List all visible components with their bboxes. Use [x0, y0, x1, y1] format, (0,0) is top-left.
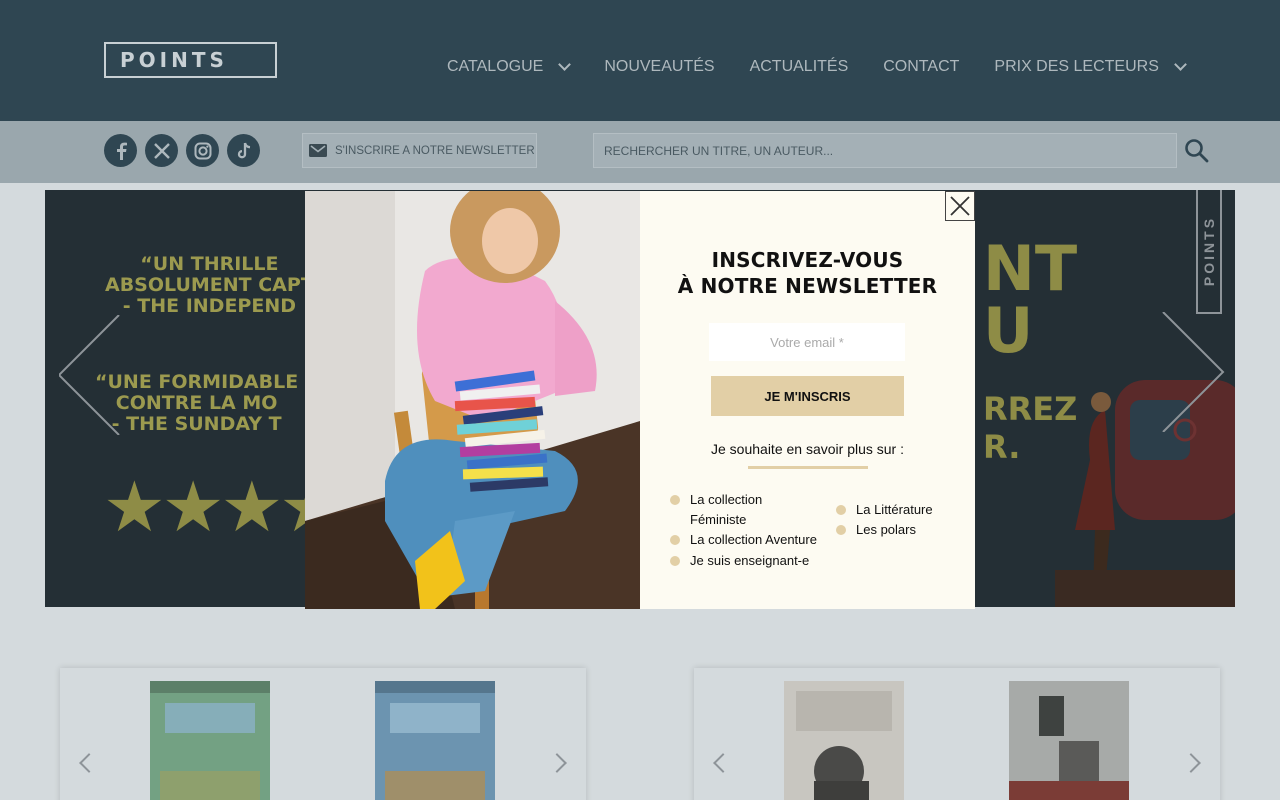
radio-dot[interactable]	[836, 505, 846, 515]
gold-divider	[748, 466, 868, 469]
option-litterature[interactable]: La Littérature	[836, 500, 966, 520]
search-button[interactable]	[1184, 138, 1210, 164]
newsletter-form: INSCRIVEZ-VOUS À NOTRE NEWSLETTER JE M'I…	[640, 191, 975, 609]
search-input[interactable]	[593, 133, 1177, 168]
newsletter-signup-label: S'INSCRIRE A NOTRE NEWSLETTER	[335, 144, 535, 157]
nav-catalogue[interactable]: CATALOGUE	[447, 58, 572, 76]
option-feministe[interactable]: La collection Féministe	[670, 490, 810, 530]
option-aventure[interactable]: La collection Aventure	[670, 530, 840, 550]
option-enseignant[interactable]: Je suis enseignant-e	[670, 551, 840, 571]
option-label: Je suis enseignant-e	[690, 553, 810, 568]
radio-dot[interactable]	[836, 525, 846, 535]
mail-icon	[309, 144, 327, 157]
carousel-prev-arrow[interactable]	[713, 753, 733, 773]
site-header: POINTS CATALOGUE NOUVEAUTÉS ACTUALITÉS C…	[0, 0, 1280, 121]
radio-dot[interactable]	[670, 495, 680, 505]
title-line: INSCRIVEZ-VOUS	[711, 248, 904, 272]
modal-close-button[interactable]	[945, 191, 975, 221]
nav-nouveautes[interactable]: NOUVEAUTÉS	[604, 58, 714, 76]
carousel-next-arrow[interactable]	[1181, 753, 1201, 773]
banner-right-title: NT U	[983, 238, 1077, 362]
title-line: U	[983, 294, 1034, 367]
points-logo[interactable]: POINTS	[104, 42, 277, 78]
title-line: NT	[983, 232, 1078, 305]
points-tab-label: POINTS	[1201, 215, 1217, 287]
chevron-down-icon	[558, 58, 572, 71]
newsletter-photo	[305, 191, 640, 609]
option-label: Les polars	[856, 522, 916, 537]
nav-actualites[interactable]: ACTUALITÉS	[750, 58, 849, 76]
book-cover[interactable]	[150, 681, 270, 800]
book-stack	[454, 370, 549, 492]
social-links	[104, 134, 260, 167]
option-label: La collection Aventure	[690, 532, 817, 547]
newsletter-signup-button[interactable]: S'INSCRIRE A NOTRE NEWSLETTER	[302, 133, 537, 168]
nav-prix-des-lecteurs[interactable]: PRIX DES LECTEURS	[994, 58, 1187, 76]
carousel-prev-arrow[interactable]	[79, 753, 99, 773]
option-label: La collection Féministe	[690, 492, 763, 527]
quote-line: ABSOLUMENT CAPT	[105, 274, 314, 296]
chevron-down-icon	[1174, 58, 1187, 71]
toolbar: S'INSCRIRE A NOTRE NEWSLETTER	[0, 121, 1280, 183]
banner-quote-1: “UN THRILLE ABSOLUMENT CAPT - THE INDEPE…	[105, 254, 314, 317]
x-icon[interactable]	[145, 134, 178, 167]
newsletter-modal: INSCRIVEZ-VOUS À NOTRE NEWSLETTER JE M'I…	[305, 191, 975, 609]
search-icon	[1185, 139, 1209, 163]
title-line: À NOTRE NEWSLETTER	[677, 274, 938, 298]
banner-prev-arrow[interactable]	[59, 315, 139, 435]
rating-stars: ★★★★	[103, 468, 342, 546]
interests-label: Je souhaite en savoir plus sur :	[711, 441, 904, 457]
main-nav: CATALOGUE NOUVEAUTÉS ACTUALITÉS CONTACT …	[447, 58, 1187, 76]
logo-text: POINTS	[120, 48, 228, 72]
nav-nouveautes-label: NOUVEAUTÉS	[604, 58, 715, 75]
book-cover[interactable]	[784, 681, 904, 800]
newsletter-title: INSCRIVEZ-VOUS À NOTRE NEWSLETTER	[640, 247, 975, 299]
nav-contact-label: CONTACT	[883, 58, 960, 75]
option-label: La Littérature	[856, 502, 933, 517]
nav-prix-label: PRIX DES LECTEURS	[994, 58, 1159, 75]
nav-actualites-label: ACTUALITÉS	[749, 58, 849, 75]
book-cover[interactable]	[1009, 681, 1129, 800]
tiktok-icon[interactable]	[227, 134, 260, 167]
points-vertical-tab: POINTS	[1196, 190, 1222, 314]
subscribe-button[interactable]: JE M'INSCRIS	[711, 376, 904, 416]
carousel-next-arrow[interactable]	[547, 753, 567, 773]
email-field[interactable]	[709, 323, 905, 361]
option-polars[interactable]: Les polars	[836, 520, 966, 540]
book-carousel-2	[694, 668, 1220, 800]
radio-dot[interactable]	[670, 535, 680, 545]
nav-catalogue-label: CATALOGUE	[447, 58, 544, 75]
woman-with-books-image	[305, 191, 640, 609]
banner-next-arrow[interactable]	[1161, 312, 1231, 432]
facebook-icon[interactable]	[104, 134, 137, 167]
quote-line: “UN THRILLE	[140, 253, 279, 275]
instagram-icon[interactable]	[186, 134, 219, 167]
book-carousel-1	[60, 668, 586, 800]
book-cover[interactable]	[375, 681, 495, 800]
quote-line: - THE INDEPEND	[122, 295, 297, 317]
close-icon	[950, 196, 970, 216]
nav-contact[interactable]: CONTACT	[883, 58, 959, 76]
radio-dot[interactable]	[670, 556, 680, 566]
